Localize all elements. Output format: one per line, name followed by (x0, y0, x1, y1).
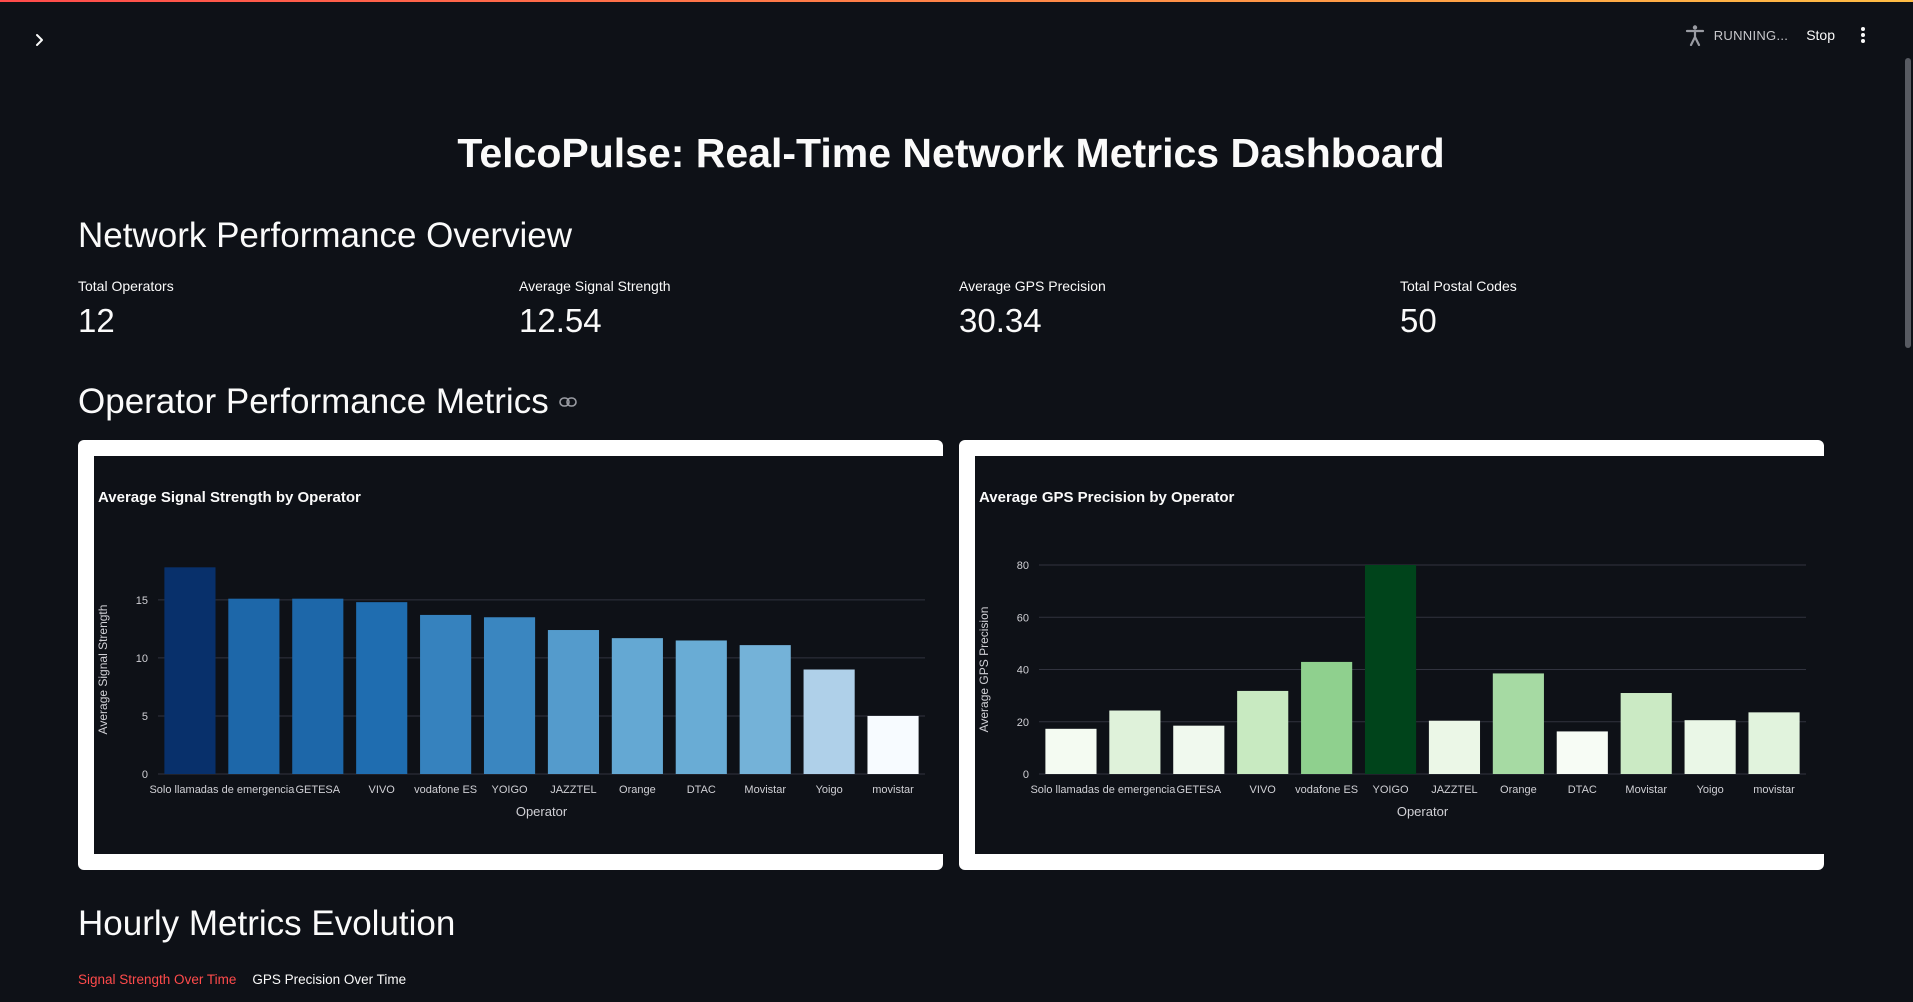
app-toolbar: RUNNING... Stop (1684, 22, 1873, 48)
x-tick-label: movistar (1753, 784, 1795, 796)
x-axis-label: Operator (516, 804, 568, 819)
bar (867, 715, 919, 774)
bar (228, 598, 280, 774)
x-tick-label: Orange (619, 784, 656, 796)
bar (739, 645, 791, 774)
x-tick-label: JAZZTEL (550, 784, 596, 796)
operator-heading-text: Operator Performance Metrics (78, 382, 549, 421)
y-axis-label: Average Signal Strength (96, 605, 110, 735)
signal-strength-chart-card: Average Signal Strength by Operator 0 5 10 1… (78, 440, 943, 870)
x-tick-label: Movistar (1625, 784, 1667, 796)
x-tick-label: vodafone ES (414, 784, 477, 796)
main-menu-button[interactable] (1853, 23, 1873, 47)
x-tick-label: VIVO (369, 784, 396, 796)
metric-label: Total Operators (78, 278, 174, 294)
metric-label: Average GPS Precision (959, 278, 1106, 294)
bar (164, 567, 216, 774)
bar (1556, 731, 1608, 774)
metrics-row: Total Operators 12 Average Signal Streng… (78, 278, 1824, 348)
y-tick-label: 0 (1023, 769, 1029, 781)
page-title: TelcoPulse: Real-Time Network Metrics Da… (457, 130, 1445, 176)
link-icon[interactable] (558, 396, 577, 408)
metric-value: 30.34 (959, 302, 1042, 339)
bar (803, 669, 855, 774)
tab-gps-precision-over-time[interactable]: GPS Precision Over Time (252, 972, 406, 987)
x-tick-label: Yoigo (816, 784, 843, 796)
x-tick-label: vodafone ES (1295, 784, 1358, 796)
top-decoration-line (0, 0, 1913, 2)
metric-label: Average Signal Strength (519, 278, 671, 294)
x-axis-label: Operator (1397, 804, 1449, 819)
bar (1684, 720, 1736, 774)
x-tick-label: YOIGO (1373, 784, 1410, 796)
y-tick-label: 15 (136, 595, 148, 607)
x-tick-label: Orange (1500, 784, 1537, 796)
x-tick-label: movistar (872, 784, 914, 796)
sidebar-expand-button[interactable] (28, 28, 52, 52)
bar (1620, 693, 1672, 774)
bar (1109, 710, 1161, 774)
x-tick-label: GETESA (1176, 784, 1221, 796)
bar (1428, 720, 1481, 774)
x-tick-label: Solo llamadas de emergencia (1030, 784, 1176, 796)
bar (1492, 673, 1544, 774)
signal-strength-chart: Average Signal Strength by Operator 0 5 10 1… (96, 489, 925, 819)
metric-value: 12 (78, 302, 115, 339)
metric-average-gps-precision: Average GPS Precision 30.34 (959, 278, 1106, 340)
hourly-heading: Hourly Metrics Evolution (78, 904, 456, 943)
gps-precision-chart: Average GPS Precision by Operator 0 20 40 60… (977, 489, 1806, 819)
chart-title: Average Signal Strength by Operator (98, 489, 361, 506)
bar (356, 602, 408, 774)
x-tick-label: GETESA (295, 784, 340, 796)
chart-title: Average GPS Precision by Operator (979, 489, 1235, 506)
metric-total-operators: Total Operators 12 (78, 278, 174, 340)
bar (1045, 728, 1097, 774)
x-tick-label: Movistar (744, 784, 786, 796)
bar (483, 617, 536, 774)
x-tick-label: Yoigo (1697, 784, 1724, 796)
metric-value: 50 (1400, 302, 1437, 339)
y-tick-label: 5 (142, 711, 148, 723)
metric-total-postal-codes: Total Postal Codes 50 (1400, 278, 1517, 340)
metric-label: Total Postal Codes (1400, 278, 1517, 294)
y-tick-label: 0 (142, 769, 148, 781)
y-tick-label: 10 (136, 653, 148, 665)
y-tick-label: 80 (1017, 560, 1029, 572)
operator-heading: Operator Performance Metrics (78, 382, 577, 422)
bar (1301, 661, 1353, 774)
x-tick-label: YOIGO (492, 784, 529, 796)
bar (547, 630, 600, 774)
stop-button[interactable]: Stop (1806, 27, 1835, 43)
running-person-icon (1685, 25, 1704, 46)
y-tick-label: 40 (1017, 665, 1029, 677)
bar (675, 640, 727, 774)
bar (292, 598, 344, 774)
bar (1364, 565, 1417, 774)
x-tick-label: Solo llamadas de emergencia (149, 784, 295, 796)
y-tick-label: 60 (1017, 612, 1029, 624)
tab-signal-strength-over-time[interactable]: Signal Strength Over Time (78, 972, 236, 987)
status-text: RUNNING... (1713, 27, 1789, 43)
bar (1237, 690, 1289, 774)
overview-heading: Network Performance Overview (78, 216, 573, 255)
x-tick-label: DTAC (687, 784, 716, 796)
x-tick-label: JAZZTEL (1431, 784, 1477, 796)
y-tick-label: 20 (1017, 717, 1029, 729)
y-axis-label: Average GPS Precision (977, 607, 991, 733)
hourly-tabs: Signal Strength Over Time GPS Precision … (78, 972, 406, 987)
bar (1748, 712, 1800, 774)
kebab-menu-icon (1861, 27, 1865, 43)
bar (1173, 725, 1225, 774)
gps-precision-chart-card: Average GPS Precision by Operator 0 20 40 60… (959, 440, 1824, 870)
x-tick-label: DTAC (1568, 784, 1597, 796)
running-status: RUNNING... (1684, 24, 1789, 46)
x-tick-label: VIVO (1250, 784, 1277, 796)
metric-value: 12.54 (519, 302, 602, 339)
bar (611, 638, 663, 774)
metric-average-signal-strength: Average Signal Strength 12.54 (519, 278, 671, 340)
bar (420, 614, 472, 774)
chevron-right-icon (36, 34, 43, 46)
vertical-scrollbar[interactable] (1905, 58, 1911, 348)
